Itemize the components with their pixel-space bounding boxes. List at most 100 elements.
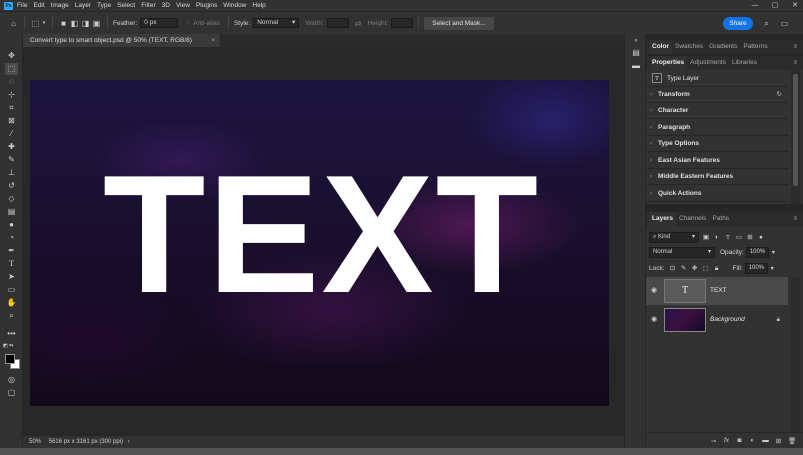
panel-menu-icon[interactable]: ≡	[793, 44, 797, 50]
tab-swatches[interactable]: Swatches	[672, 40, 706, 54]
visibility-eye-icon[interactable]: ◉	[651, 315, 657, 323]
swap-icon[interactable]: ⇄	[353, 18, 364, 29]
width-input[interactable]	[326, 18, 349, 28]
menu-select[interactable]: Select	[117, 0, 135, 11]
menu-image[interactable]: Image	[51, 0, 69, 11]
lock-artboard-icon[interactable]: ⬚	[702, 264, 710, 273]
object-selection-icon[interactable]: ⊹	[5, 89, 18, 101]
history-brush-icon[interactable]: ↺	[5, 180, 18, 192]
menu-filter[interactable]: Filter	[141, 0, 155, 11]
layer-name[interactable]: Background	[710, 306, 745, 334]
menu-3d[interactable]: 3D	[162, 0, 170, 11]
expand-panels-icon[interactable]: «	[631, 36, 641, 46]
properties-scrollbar[interactable]	[791, 70, 800, 204]
hand-tool-icon[interactable]: ✋	[5, 297, 18, 309]
tab-patterns[interactable]: Patterns	[740, 40, 770, 54]
layer-name[interactable]: TEXT	[710, 277, 727, 305]
adjustment-layer-icon[interactable]: ◐	[749, 437, 756, 444]
scrollbar-thumb[interactable]	[793, 74, 798, 186]
filter-kind-select[interactable]: ⌕ Kind ▾	[649, 232, 699, 243]
menu-plugins[interactable]: Plugins	[196, 0, 217, 11]
minimize-button[interactable]: —	[751, 0, 759, 11]
workspace-icon[interactable]: ▭	[779, 18, 790, 29]
section-type-options[interactable]: › Type Options	[646, 136, 788, 152]
stamp-tool-icon[interactable]: ⊥	[5, 167, 18, 179]
pen-tool-icon[interactable]: ✒	[5, 245, 18, 257]
marquee-preset-icon[interactable]: ⬚	[30, 18, 41, 29]
filter-pixel-icon[interactable]: ▣	[702, 233, 710, 242]
link-layers-icon[interactable]: ⊸	[710, 437, 717, 445]
layer-row-background[interactable]: ◉ Background 🔒︎	[646, 306, 788, 334]
section-east-asian-features[interactable]: › East Asian Features	[646, 153, 788, 169]
more-tools-icon[interactable]: •••	[5, 328, 18, 340]
zoom-tool-icon[interactable]: ⌕	[5, 310, 18, 322]
height-input[interactable]	[391, 18, 414, 28]
quick-mask-icon[interactable]: ◎	[5, 374, 18, 386]
home-icon[interactable]: ⌂	[8, 18, 19, 29]
panel-menu-icon[interactable]: ≡	[793, 216, 797, 222]
tab-libraries[interactable]: Libraries	[729, 56, 760, 70]
close-button[interactable]: ✕	[791, 0, 799, 11]
feather-input[interactable]: 0 px	[140, 18, 179, 28]
tab-color[interactable]: Color	[649, 40, 672, 54]
select-and-mask-button[interactable]: Select and Mask...	[424, 16, 494, 30]
share-button[interactable]: Share	[723, 17, 753, 30]
blend-mode-select[interactable]: Normal ▾	[649, 247, 715, 258]
dodge-tool-icon[interactable]: ◔	[5, 232, 18, 244]
document-tab[interactable]: Convert type to smart object.psd @ 50% (…	[23, 34, 221, 47]
tab-paths[interactable]: Paths	[709, 212, 732, 226]
lock-transparent-icon[interactable]: ⊡	[669, 264, 677, 273]
lock-pixels-icon[interactable]: ✎	[680, 264, 688, 273]
lock-position-icon[interactable]: ✥	[691, 264, 699, 273]
default-colors-icon[interactable]: ◩ ⇆	[3, 340, 16, 352]
type-layer-thumbnail[interactable]: T	[664, 279, 706, 303]
layer-style-icon[interactable]: fx	[723, 437, 730, 444]
layers-scrollbar[interactable]	[791, 277, 800, 432]
section-character[interactable]: › Character	[646, 103, 788, 119]
tab-properties[interactable]: Properties	[649, 56, 688, 70]
marquee-tool-icon[interactable]: ⬚	[5, 63, 18, 75]
lasso-tool-icon[interactable]: ◌	[5, 76, 18, 88]
history-panel-icon[interactable]: ▤	[631, 48, 641, 58]
tab-channels[interactable]: Channels	[676, 212, 709, 226]
filter-smart-object-icon[interactable]: ⊞	[746, 233, 754, 242]
fill-input[interactable]: 100%	[744, 263, 768, 274]
move-tool-icon[interactable]: ✥	[5, 50, 18, 62]
path-selection-icon[interactable]: ➤	[5, 271, 18, 283]
maximize-button[interactable]: ▢	[771, 0, 779, 11]
add-mask-icon[interactable]: ◙	[736, 437, 743, 444]
background-layer-thumbnail[interactable]	[664, 308, 706, 332]
filter-shape-icon[interactable]: ▭	[735, 233, 743, 242]
opacity-input[interactable]: 100%	[745, 247, 769, 258]
filter-toggle-icon[interactable]: ●	[757, 233, 765, 242]
foreground-color-swatch[interactable]	[5, 354, 15, 364]
panel-menu-icon[interactable]: ≡	[793, 60, 797, 66]
brush-tool-icon[interactable]: ✎	[5, 154, 18, 166]
style-select[interactable]: Normal ▾	[253, 18, 300, 28]
menu-window[interactable]: Window	[223, 0, 246, 11]
document-canvas[interactable]: TEXT	[30, 80, 609, 406]
eyedropper-icon[interactable]: ⁄	[5, 128, 18, 140]
tab-gradients[interactable]: Gradients	[706, 40, 740, 54]
crop-tool-icon[interactable]: ⌗	[5, 102, 18, 114]
tab-layers[interactable]: Layers	[649, 212, 676, 226]
lock-all-icon[interactable]: 🔒︎	[713, 264, 721, 273]
zoom-level[interactable]: 50%	[29, 436, 47, 448]
layer-row-text[interactable]: ◉ T TEXT	[646, 277, 788, 305]
menu-layer[interactable]: Layer	[75, 0, 91, 11]
subtract-selection-icon[interactable]: ◨	[80, 18, 91, 29]
healing-brush-icon[interactable]: ✚	[5, 141, 18, 153]
new-layer-icon[interactable]: ⊞	[775, 437, 782, 445]
blur-tool-icon[interactable]: ●	[5, 219, 18, 231]
menu-edit[interactable]: Edit	[33, 0, 44, 11]
new-selection-icon[interactable]: ■	[58, 18, 69, 29]
section-quick-actions[interactable]: › Quick Actions	[646, 186, 788, 202]
new-group-icon[interactable]: ▬	[762, 437, 769, 444]
eraser-tool-icon[interactable]: ◇	[5, 193, 18, 205]
section-transform[interactable]: › Transform ↻	[646, 87, 788, 103]
menu-view[interactable]: View	[176, 0, 190, 11]
chevron-down-icon[interactable]: ▾	[771, 265, 774, 272]
section-paragraph[interactable]: › Paragraph	[646, 120, 788, 136]
menu-help[interactable]: Help	[252, 0, 265, 11]
type-tool-icon[interactable]: T	[5, 258, 18, 270]
